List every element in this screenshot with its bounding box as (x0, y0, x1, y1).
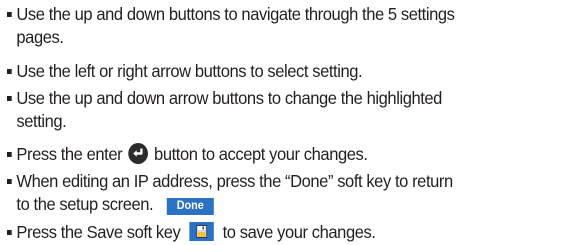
instruction-text-after: to save your changes. (218, 222, 376, 242)
instruction-text-continued: to the setup screen. (16, 194, 154, 214)
bullet (7, 230, 12, 235)
instruction-text-continued: pages. (16, 27, 64, 47)
instruction-save-changes: Press the Save soft key to save your cha… (7, 221, 526, 244)
instruction-line-continued: to the setup screen. Done (7, 193, 526, 216)
instruction-line: Press the Save soft key to save your cha… (7, 221, 526, 244)
instructions-document: Use the up and down buttons to navigate … (0, 0, 562, 245)
instruction-text: Press the Save soft key (16, 222, 185, 242)
instruction-text: Press the enter (16, 144, 127, 164)
instruction-edit-ip-address: When editing an IP address, press the “D… (7, 170, 526, 216)
bullet (7, 152, 12, 157)
instruction-text-continued: setting. (16, 111, 67, 131)
instruction-line: Press the enter button to accept your ch… (7, 143, 526, 166)
instruction-select-setting: Use the left or right arrow buttons to s… (7, 60, 526, 83)
enter-icon (128, 143, 148, 164)
instruction-text: Use the up and down buttons to navigate … (16, 4, 455, 24)
floppy-disk-icon (189, 222, 214, 241)
bullet (7, 69, 12, 74)
instruction-text: Use the left or right arrow buttons to s… (16, 61, 363, 81)
instruction-text-after: button to accept your changes. (149, 144, 368, 164)
instruction-text: When editing an IP address, press the “D… (16, 171, 453, 191)
bullet (7, 179, 12, 184)
instruction-navigate-pages: Use the up and down buttons to navigate … (7, 3, 526, 49)
instruction-accept-changes: Press the enter button to accept your ch… (7, 143, 526, 166)
instruction-text: Use the up and down arrow buttons to cha… (16, 88, 442, 108)
bullet (7, 96, 12, 101)
done-softkey: Done (166, 198, 215, 215)
instruction-change-setting: Use the up and down arrow buttons to cha… (7, 87, 526, 133)
bullet (7, 12, 12, 17)
